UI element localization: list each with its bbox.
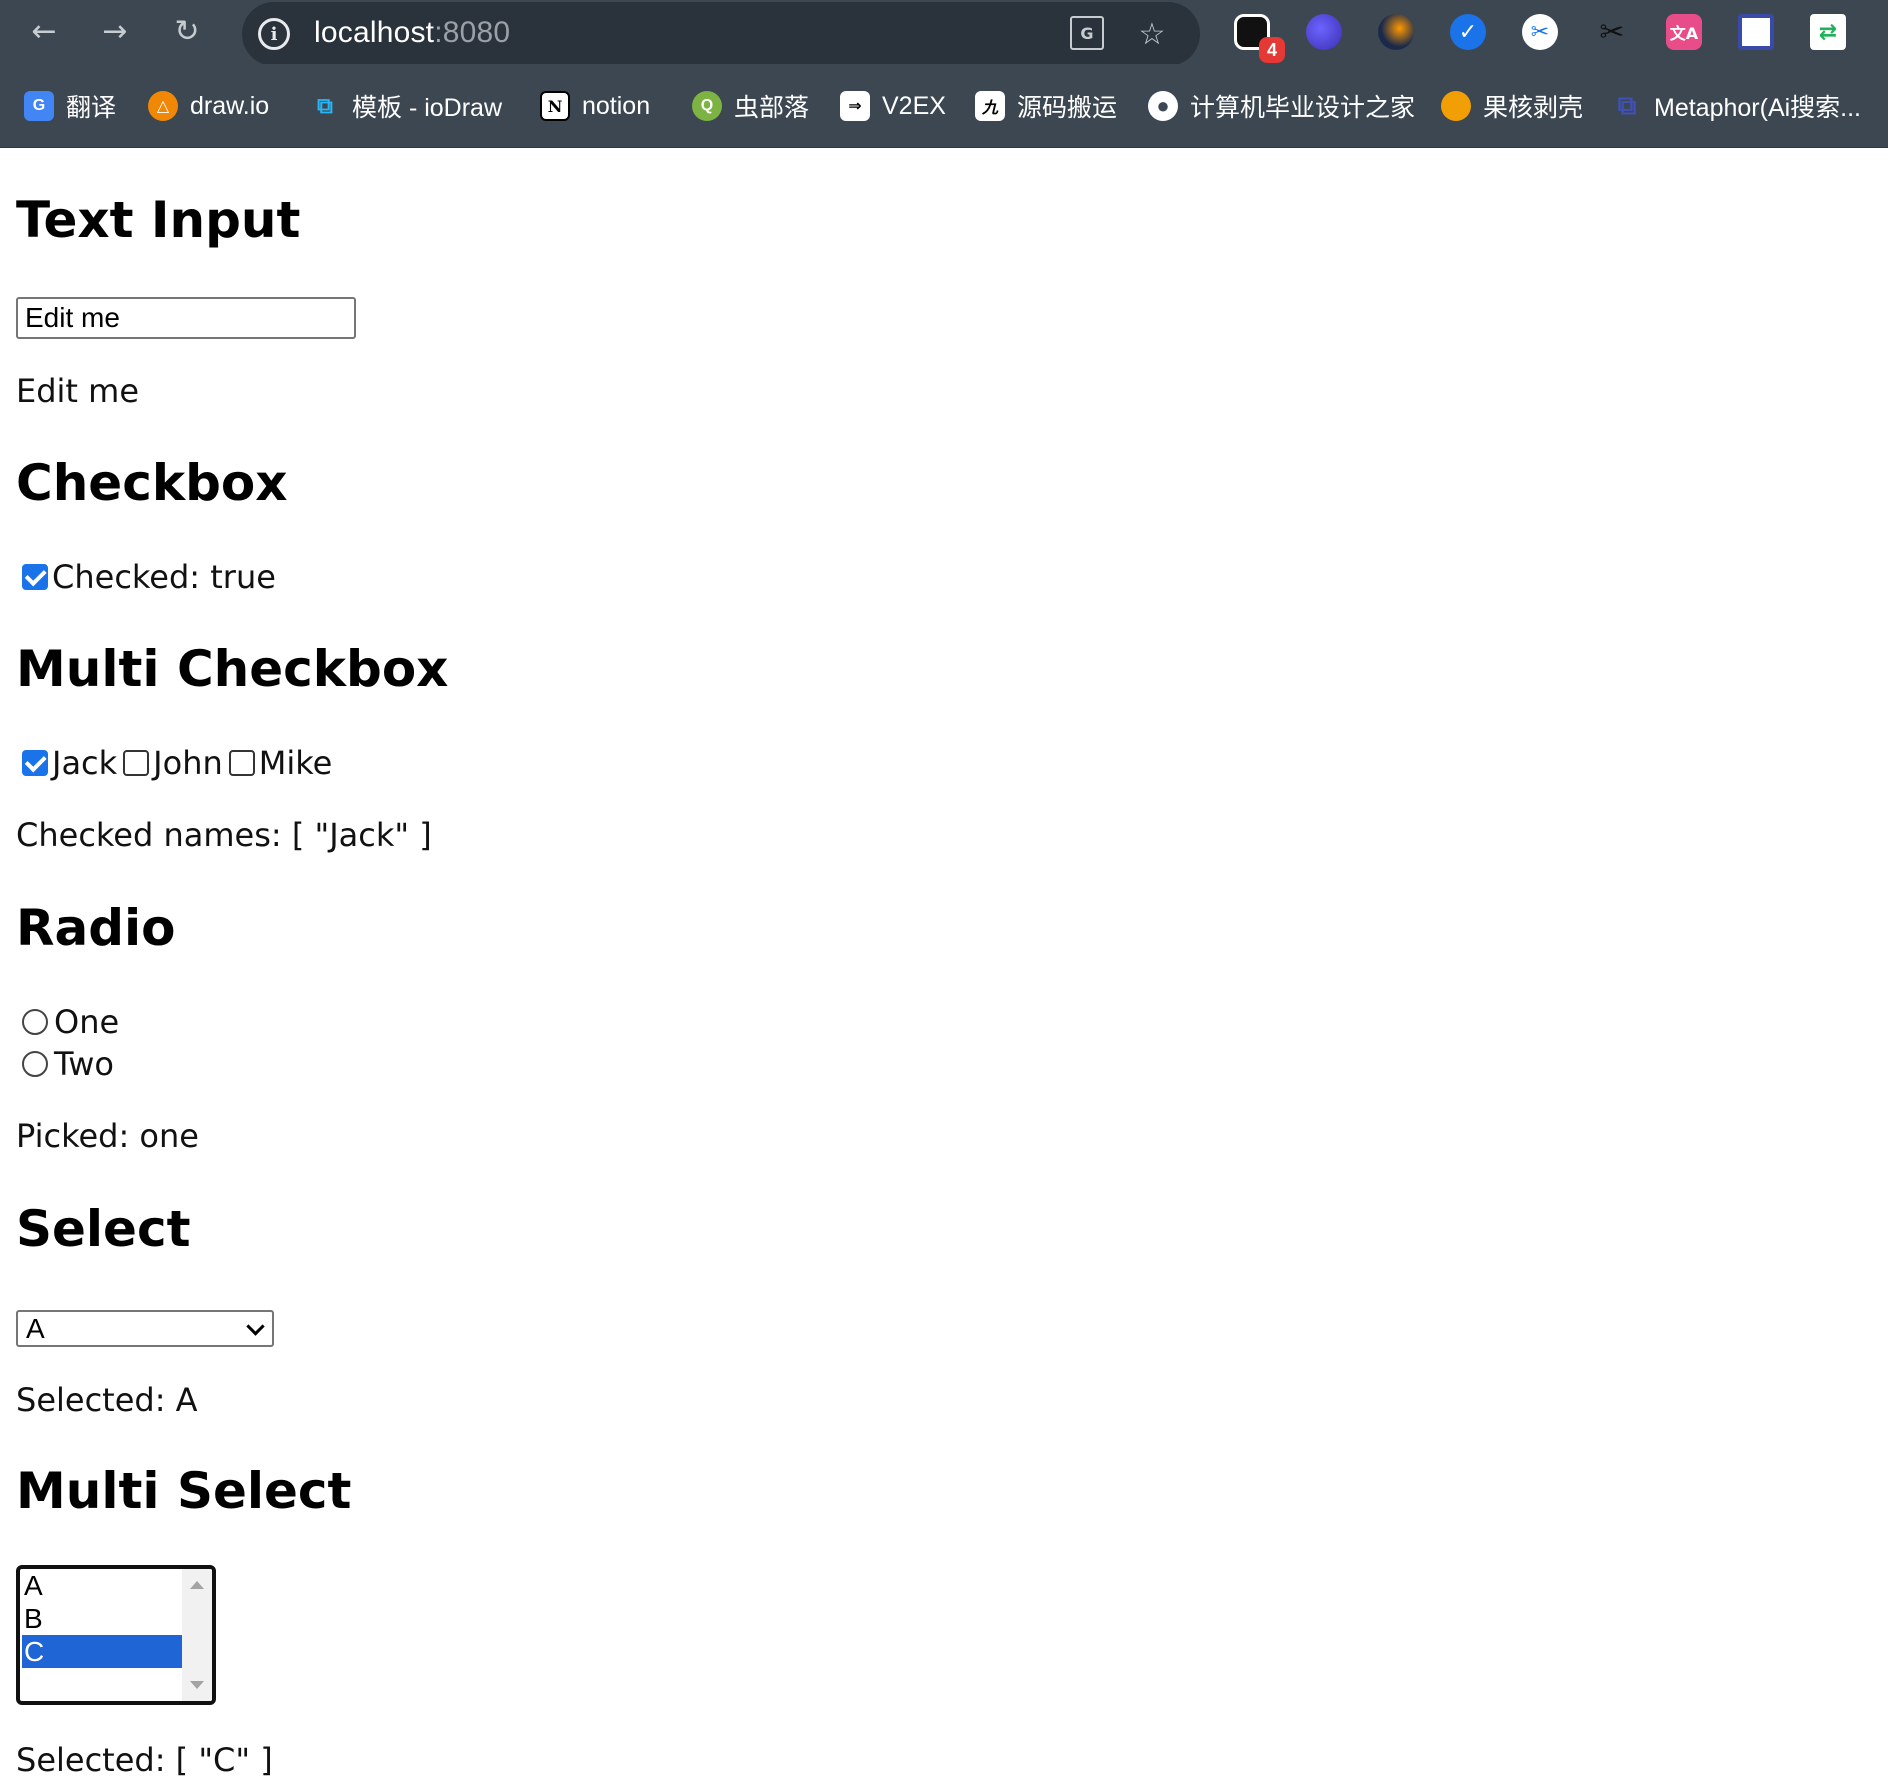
bookmarks-bar: G 翻译 △ draw.io ⧉ 模板 - ioDraw N notion Q … xyxy=(0,64,1888,148)
radio-summary: Picked: one xyxy=(16,1117,199,1155)
radio-option-two[interactable]: Two xyxy=(22,1045,120,1083)
checkbox-john-label: John xyxy=(153,744,223,782)
bookmark-label: 源码搬运 xyxy=(1017,94,1118,122)
checkbox-mike-label: Mike xyxy=(258,744,333,782)
bookmark-item[interactable]: ⇒ V2EX xyxy=(840,86,946,126)
checkbox-john[interactable] xyxy=(123,750,150,776)
scroll-down-arrow-icon[interactable] xyxy=(190,1681,204,1689)
select-summary: Selected: A xyxy=(16,1381,198,1419)
bookmark-item[interactable]: 果核剥壳 xyxy=(1441,86,1583,126)
forward-arrow-icon[interactable]: → xyxy=(95,12,135,52)
checkbox-heading: Checkbox xyxy=(16,454,288,512)
bookmark-item[interactable]: Q 虫部落 xyxy=(692,86,809,126)
multi-checkbox-summary: Checked names: [ "Jack" ] xyxy=(16,816,432,854)
checkbox-jack[interactable] xyxy=(22,750,48,776)
bookmark-label: draw.io xyxy=(190,91,270,120)
listbox-scrollbar[interactable] xyxy=(182,1569,212,1701)
multi-select-heading: Multi Select xyxy=(16,1462,352,1520)
bookmark-label: 翻译 xyxy=(66,94,117,122)
scissors-ext-icon[interactable]: ✂ xyxy=(1522,14,1558,50)
multi-select-summary: Selected: [ "C" ] xyxy=(16,1741,273,1779)
notion-icon: N xyxy=(540,91,570,121)
green-link-ext-icon[interactable]: ⇄ xyxy=(1810,14,1846,50)
text-input-field[interactable] xyxy=(16,297,356,339)
select-dropdown[interactable]: A xyxy=(16,1310,274,1347)
bookmark-label: 果核剥壳 xyxy=(1483,94,1584,122)
translate-ext-icon[interactable]: 文A xyxy=(1666,14,1702,50)
bookmark-label: 虫部落 xyxy=(734,94,810,122)
bookmark-item[interactable]: ⧉ 模板 - ioDraw xyxy=(310,86,502,126)
bookmark-item[interactable]: △ draw.io xyxy=(148,86,269,126)
bookmark-star-icon[interactable]: ☆ xyxy=(1134,16,1170,52)
window-ext-icon[interactable] xyxy=(1738,14,1774,50)
metaphor-icon: ⧉ xyxy=(1617,90,1637,120)
translate-page-icon[interactable]: G xyxy=(1070,16,1104,50)
extension-badge: 4 xyxy=(1259,37,1285,63)
radio-label-one: One xyxy=(54,1003,120,1041)
guohe-icon xyxy=(1441,91,1471,121)
radio-option-one[interactable]: One xyxy=(22,1003,125,1041)
url-host: localhost xyxy=(314,16,435,49)
address-bar[interactable]: i localhost:8080 G ☆ xyxy=(242,2,1200,66)
purple-swirl-ext-icon[interactable] xyxy=(1306,14,1342,50)
radio-input-two[interactable] xyxy=(22,1051,48,1077)
drawio-icon: △ xyxy=(148,91,178,121)
url-port: :8080 xyxy=(434,16,511,49)
chevron-down-icon xyxy=(246,1317,265,1336)
browser-toolbar: ← → ↻ i localhost:8080 G ☆ 4 ✓ ✂ ✂ 文A ⇄ xyxy=(0,0,1888,66)
checkbox-row: Checked: true xyxy=(22,558,282,596)
checkbox-mike[interactable] xyxy=(228,750,255,776)
site-info-icon[interactable]: i xyxy=(258,18,290,50)
multi-select-option-a[interactable]: A xyxy=(22,1569,182,1602)
radio-input-one[interactable] xyxy=(22,1009,48,1035)
bookmark-item[interactable]: ⧉ Metaphor(Ai搜索... xyxy=(1612,86,1861,126)
bookmark-item[interactable]: G 翻译 xyxy=(24,86,116,126)
bookmark-label: 模板 - ioDraw xyxy=(352,94,503,122)
checkbox-input[interactable] xyxy=(22,564,48,590)
google-translate-icon: G xyxy=(24,91,54,121)
bookmark-label: Metaphor(Ai搜索... xyxy=(1654,94,1862,122)
multi-checkbox-heading: Multi Checkbox xyxy=(16,640,449,698)
bookmark-item[interactable]: 九 源码搬运 xyxy=(975,86,1117,126)
bookmark-label: notion xyxy=(582,91,651,120)
yuanma-icon: 九 xyxy=(975,91,1005,121)
chongbuluo-icon: Q xyxy=(692,91,722,121)
select-value: A xyxy=(26,1312,45,1344)
iodraw-icon: ⧉ xyxy=(317,93,333,118)
url-text[interactable]: localhost:8080 xyxy=(314,16,510,50)
cut-ext-icon[interactable]: ✂ xyxy=(1594,14,1630,50)
dark-circle-ext-icon[interactable]: 4 xyxy=(1234,14,1285,63)
bookmark-label: V2EX xyxy=(882,91,946,120)
bookmark-item[interactable]: ● 计算机毕业设计之家 xyxy=(1148,86,1415,126)
globe-icon: ● xyxy=(1148,91,1178,121)
bookmark-label: 计算机毕业设计之家 xyxy=(1190,94,1416,122)
checkbox-jack-label: Jack xyxy=(52,744,118,782)
text-input-heading: Text Input xyxy=(16,191,301,249)
v2ex-icon: ⇒ xyxy=(840,91,870,121)
multi-select-listbox[interactable]: A B C xyxy=(16,1565,216,1705)
bookmark-item[interactable]: N notion xyxy=(540,86,650,126)
orange-swirl-ext-icon[interactable] xyxy=(1378,14,1414,50)
multi-checkbox-row: Jack John Mike xyxy=(22,744,338,782)
multi-select-option-b[interactable]: B xyxy=(22,1602,182,1635)
scroll-up-arrow-icon[interactable] xyxy=(190,1581,204,1589)
multi-select-option-c[interactable]: C xyxy=(22,1635,182,1668)
blue-check-ext-icon[interactable]: ✓ xyxy=(1450,14,1486,50)
text-input-echo: Edit me xyxy=(16,372,139,410)
select-heading: Select xyxy=(16,1200,191,1258)
reload-icon[interactable]: ↻ xyxy=(167,12,207,52)
radio-label-two: Two xyxy=(54,1045,114,1083)
back-arrow-icon[interactable]: ← xyxy=(24,12,64,52)
checkbox-label: Checked: true xyxy=(52,558,276,596)
radio-heading: Radio xyxy=(16,899,176,957)
